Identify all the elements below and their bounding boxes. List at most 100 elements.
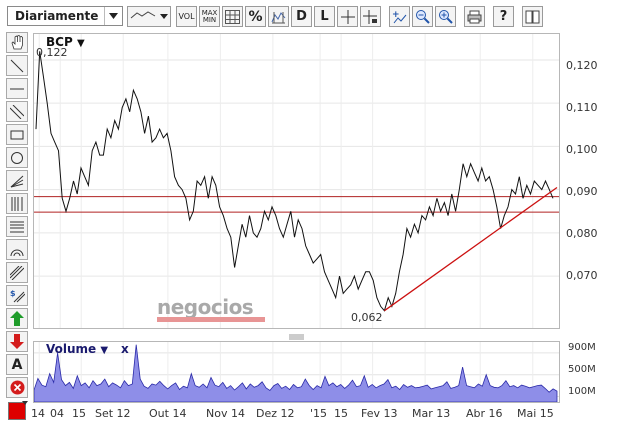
y-tick: 0,110 — [566, 101, 598, 114]
chart-type-button[interactable] — [127, 6, 171, 27]
pane-splitter[interactable] — [33, 331, 560, 340]
price-chart[interactable] — [33, 33, 560, 329]
arc-tool-button[interactable] — [6, 239, 28, 260]
arcs-icon — [10, 249, 24, 256]
percent-label: % — [248, 8, 263, 25]
crosshair-icon — [340, 9, 355, 24]
horizontal-lines-icon — [10, 221, 24, 232]
delete-drawings-button[interactable] — [6, 377, 28, 398]
andrews-pitchfork-tool-button[interactable] — [6, 262, 28, 283]
x-tick: Abr 16 — [466, 407, 503, 420]
volume-chart-plot — [34, 342, 559, 402]
volume-y-tick: 900M — [568, 342, 596, 353]
fibonacci-vertical-tool-button[interactable] — [6, 193, 28, 214]
price-chart-plot — [34, 34, 559, 328]
delete-icon — [10, 380, 24, 395]
x-tick: 14 — [31, 407, 45, 420]
x-tick: 15 — [334, 407, 348, 420]
logo-underline — [157, 317, 265, 322]
zoom-out-button[interactable] — [412, 6, 433, 27]
max-min-button[interactable]: MAX MIN — [199, 6, 220, 27]
x-tick: Mar 13 — [412, 407, 451, 420]
printer-icon — [467, 10, 482, 23]
sell-arrow-tool-button[interactable] — [6, 331, 28, 352]
rectangle-icon — [10, 130, 24, 139]
volume-dropdown-icon: ▼ — [100, 345, 109, 356]
book-icon — [525, 10, 540, 23]
channel-tool-button[interactable] — [6, 101, 28, 122]
pitchfork-icon — [10, 265, 24, 280]
grid-button[interactable] — [222, 6, 243, 27]
volume-y-tick: 100M — [568, 386, 596, 397]
zoom-out-icon — [416, 10, 430, 24]
zoom-in-icon — [439, 10, 453, 24]
line-chart-icon — [130, 10, 156, 23]
x-tick: Set 12 — [95, 407, 131, 420]
print-button[interactable] — [464, 6, 485, 27]
min-label: MIN — [202, 15, 217, 24]
compare-button[interactable] — [268, 6, 289, 27]
zoom-in-button[interactable] — [435, 6, 456, 27]
horizontal-line-icon — [10, 88, 24, 89]
book-button[interactable] — [522, 6, 543, 27]
volume-indicator-selector[interactable]: Volume ▼ — [46, 342, 108, 356]
crosshair-value-icon — [363, 9, 377, 24]
volume-button-label: VOL — [178, 12, 195, 21]
parallel-lines-icon — [10, 104, 24, 119]
logo-text: negocios — [157, 295, 254, 319]
x-tick: '15 — [310, 407, 328, 420]
vertical-lines-icon — [11, 196, 23, 211]
help-icon: ? — [499, 9, 508, 24]
log-button[interactable]: L — [314, 6, 335, 27]
volume-button[interactable]: VOL — [176, 6, 197, 27]
x-tick: 15 — [72, 407, 86, 420]
crosshair-value-button[interactable] — [360, 6, 381, 27]
hand-icon — [11, 35, 23, 50]
trend-line-tool-button[interactable] — [6, 55, 28, 76]
negocios-logo: negocios — [157, 295, 265, 322]
compare-chart-icon — [271, 11, 286, 23]
log-label: L — [320, 9, 329, 24]
y-tick: 0,120 — [566, 59, 598, 72]
toolbar: Diariamente VOL MAX MIN % D L + ? — [0, 0, 640, 32]
x-tick: Out 14 — [149, 407, 187, 420]
green-up-arrow-icon — [10, 311, 24, 326]
x-tick: Dez 12 — [256, 407, 295, 420]
max-value-label: 0,122 — [36, 46, 68, 59]
min-value-label: 0,062 — [351, 311, 383, 324]
chevron-down-icon — [160, 13, 168, 19]
zoom-chart-icon: + — [392, 10, 407, 23]
price-line — [35, 51, 554, 312]
text-a-icon: A — [11, 356, 23, 373]
percent-button[interactable]: % — [245, 6, 266, 27]
dollar-lines-tool-button[interactable]: $ — [6, 285, 28, 306]
daily-button[interactable]: D — [291, 6, 312, 27]
volume-y-tick: 500M — [568, 364, 596, 375]
volume-close-button[interactable]: x — [121, 342, 129, 356]
symbol-dropdown-icon: ▼ — [76, 38, 85, 49]
trend-line[interactable] — [384, 186, 558, 312]
fan-tool-button[interactable] — [6, 170, 28, 191]
daily-label: D — [296, 9, 307, 24]
crosshair-button[interactable] — [337, 6, 358, 27]
y-tick: 0,080 — [566, 227, 598, 240]
volume-title: Volume — [46, 342, 97, 356]
volume-chart[interactable] — [33, 341, 560, 403]
period-select[interactable]: Diariamente — [7, 6, 123, 26]
zoom-chart-button[interactable]: + — [389, 6, 410, 27]
x-tick: Mai 15 — [517, 407, 554, 420]
text-tool-button[interactable]: A — [6, 354, 28, 375]
help-button[interactable]: ? — [493, 6, 514, 27]
circle-icon — [11, 151, 23, 164]
buy-arrow-tool-button[interactable] — [6, 308, 28, 329]
dollar-lines-icon: $ — [10, 289, 25, 303]
fibonacci-retracement-tool-button[interactable] — [6, 216, 28, 237]
pan-tool-button[interactable] — [6, 32, 28, 53]
ellipse-tool-button[interactable] — [6, 147, 28, 168]
horizontal-line-tool-button[interactable] — [6, 78, 28, 99]
rectangle-tool-button[interactable] — [6, 124, 28, 145]
x-tick: Fev 13 — [361, 407, 398, 420]
y-tick: 0,100 — [566, 143, 598, 156]
color-picker-chevron-icon — [22, 401, 28, 405]
svg-text:$: $ — [10, 289, 16, 298]
